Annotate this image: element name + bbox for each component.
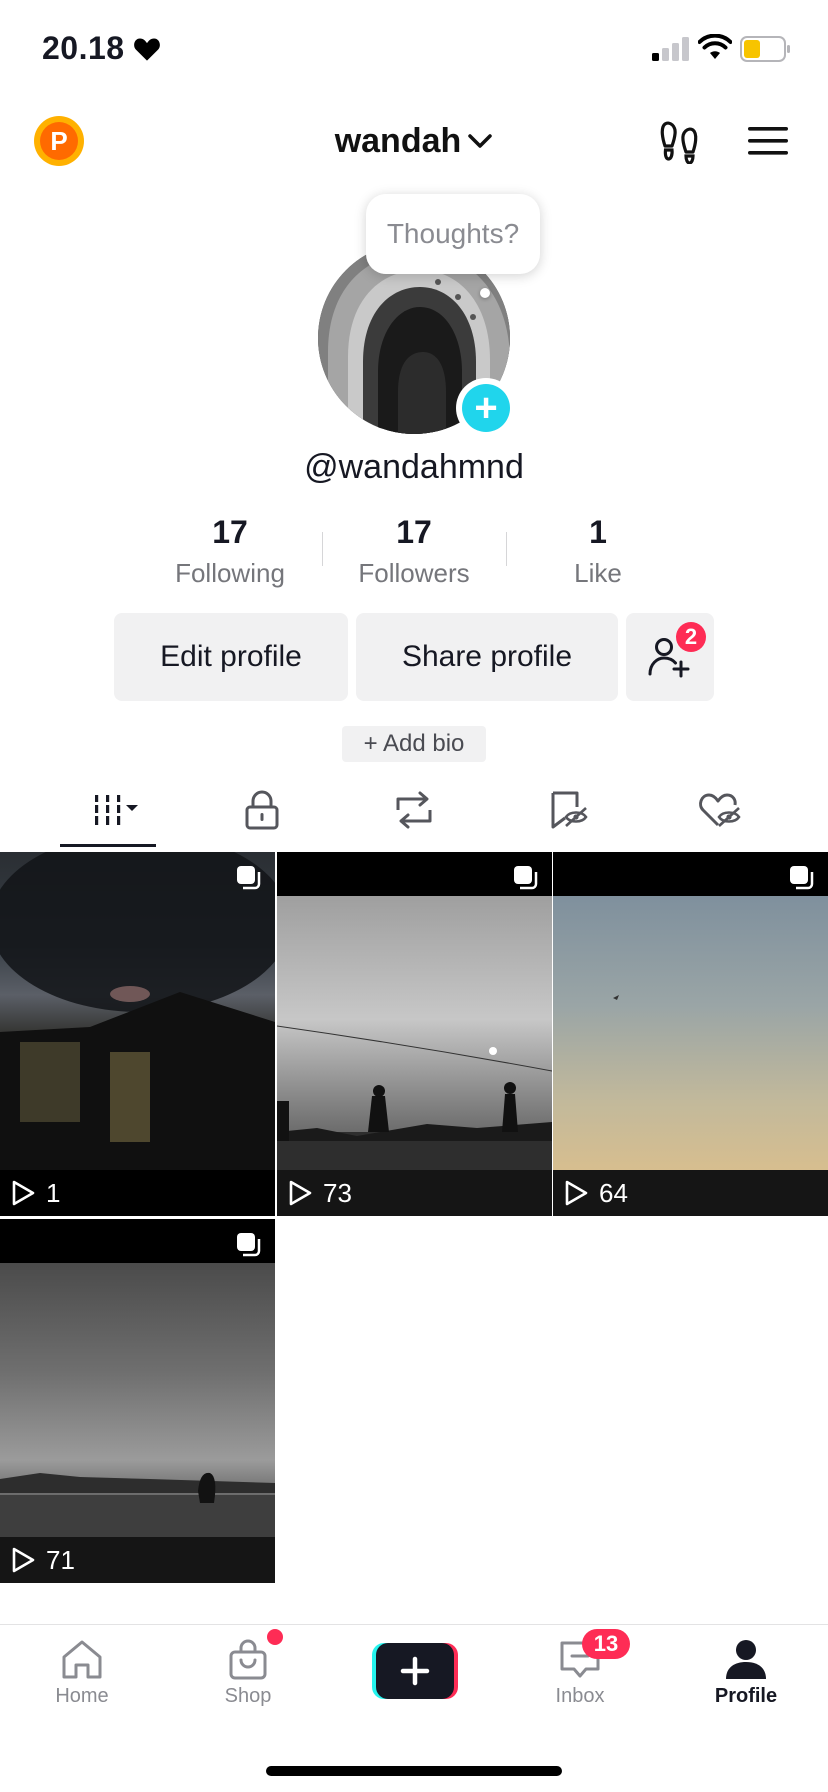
stat-label: Like bbox=[574, 558, 622, 588]
favorites-hidden-icon bbox=[551, 791, 588, 829]
view-count: 73 bbox=[287, 1176, 352, 1210]
video-thumbnail bbox=[0, 1263, 275, 1537]
tab-favorites[interactable] bbox=[520, 782, 616, 838]
shopping-bag-icon bbox=[229, 1639, 267, 1680]
photo-carousel-icon bbox=[237, 1233, 261, 1257]
videos-grid-icon bbox=[95, 795, 138, 825]
profile-handle: @wandahmnd bbox=[304, 448, 524, 486]
view-count-text: 71 bbox=[46, 1544, 75, 1575]
photo-carousel-icon bbox=[237, 866, 261, 890]
home-icon bbox=[62, 1640, 102, 1679]
play-icon bbox=[12, 1180, 35, 1206]
profile-title: wandah bbox=[334, 121, 462, 160]
video-thumbnail bbox=[277, 896, 552, 1170]
heart-icon bbox=[133, 38, 160, 61]
edit-profile-button[interactable]: Edit profile bbox=[114, 613, 348, 701]
lock-icon bbox=[245, 790, 279, 830]
video-thumbnail bbox=[553, 896, 828, 1170]
view-count: 71 bbox=[10, 1543, 75, 1577]
nav-label: Home bbox=[55, 1685, 109, 1707]
tab-reposts[interactable] bbox=[366, 782, 462, 838]
battery-icon bbox=[740, 36, 790, 62]
profile-icon bbox=[726, 1640, 766, 1679]
video-thumbnail bbox=[0, 852, 275, 1170]
video-tile[interactable]: 73 bbox=[277, 852, 552, 1216]
play-icon bbox=[289, 1180, 312, 1206]
video-tile[interactable]: 1 bbox=[0, 852, 275, 1216]
photo-carousel-icon bbox=[514, 866, 538, 890]
view-count-text: 73 bbox=[323, 1177, 352, 1208]
stat-label: Following bbox=[175, 558, 285, 588]
chevron-down-icon bbox=[468, 134, 493, 148]
liked-hidden-icon bbox=[699, 793, 741, 827]
stat-followers[interactable]: 17 Followers bbox=[322, 512, 506, 592]
tab-videos[interactable] bbox=[60, 782, 156, 838]
repost-icon bbox=[396, 791, 432, 829]
nav-profile[interactable]: Profile bbox=[686, 1637, 806, 1708]
create-button[interactable] bbox=[372, 1643, 458, 1699]
note-bubble-dot bbox=[480, 288, 490, 298]
inbox-badge: 13 bbox=[582, 1629, 630, 1659]
status-time: 20.18 bbox=[42, 30, 161, 67]
add-bio-button[interactable]: + Add bio bbox=[342, 726, 486, 762]
nav-label: Inbox bbox=[555, 1685, 605, 1707]
status-bar: 20.18 bbox=[0, 0, 828, 100]
view-count: 64 bbox=[563, 1176, 628, 1210]
add-story-button[interactable]: + bbox=[456, 378, 516, 438]
nav-label: Profile bbox=[714, 1685, 778, 1707]
stat-following[interactable]: 17 Following bbox=[138, 512, 322, 592]
view-count: 1 bbox=[10, 1176, 60, 1210]
stat-likes[interactable]: 1 Like bbox=[506, 512, 690, 592]
profile-stats: 17 Following 17 Followers 1 Like bbox=[138, 512, 690, 592]
nav-label: Shop bbox=[224, 1685, 272, 1707]
share-profile-button[interactable]: Share profile bbox=[356, 613, 618, 701]
stat-value: 17 bbox=[396, 514, 432, 550]
friends-badge: 2 bbox=[676, 622, 706, 652]
menu-icon[interactable] bbox=[744, 118, 792, 164]
nav-shop[interactable]: Shop bbox=[188, 1637, 308, 1708]
shop-notification-dot bbox=[267, 1629, 283, 1645]
view-count-text: 64 bbox=[599, 1177, 628, 1208]
play-icon bbox=[12, 1547, 35, 1573]
tab-private[interactable] bbox=[214, 782, 310, 838]
stat-value: 1 bbox=[589, 514, 607, 550]
bottom-nav: Home Shop Inbox 13 Profile bbox=[0, 1624, 828, 1724]
view-count-text: 1 bbox=[46, 1177, 61, 1208]
wifi-icon bbox=[698, 34, 732, 59]
home-indicator bbox=[266, 1766, 562, 1776]
cellular-signal-icon bbox=[652, 37, 689, 61]
plus-icon: + bbox=[462, 384, 510, 432]
tab-liked[interactable] bbox=[672, 782, 768, 838]
active-tab-indicator bbox=[60, 844, 156, 847]
video-tile[interactable]: 64 bbox=[553, 852, 828, 1216]
video-tile[interactable]: 71 bbox=[0, 1219, 275, 1583]
nav-home[interactable]: Home bbox=[22, 1637, 142, 1708]
play-icon bbox=[565, 1180, 588, 1206]
stat-label: Followers bbox=[358, 558, 470, 588]
photo-carousel-icon bbox=[790, 866, 814, 890]
footprints-icon[interactable] bbox=[656, 118, 704, 164]
note-bubble[interactable]: Thoughts? bbox=[366, 194, 540, 274]
stat-value: 17 bbox=[212, 514, 248, 550]
